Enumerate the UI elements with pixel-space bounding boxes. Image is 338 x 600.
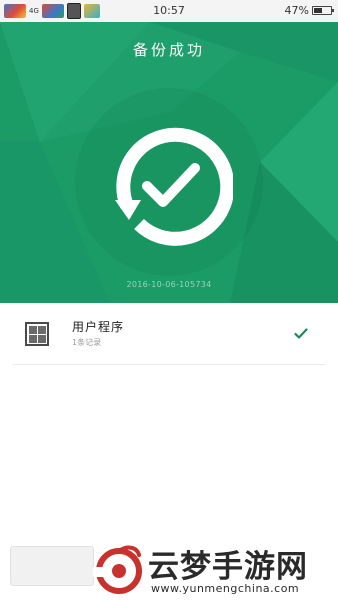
bottom-action-button[interactable] <box>10 546 94 586</box>
check-icon <box>294 328 308 339</box>
app-grid-icon <box>25 322 49 346</box>
list-item[interactable]: 用户程序 1条记录 <box>0 303 338 365</box>
backup-result-header: 备份成功 2016-10-06-105734 <box>0 22 338 303</box>
watermark-name: 云梦手游网 <box>148 549 308 585</box>
item-record-count: 1条记录 <box>72 338 102 347</box>
battery-status: 47% <box>284 4 334 17</box>
battery-icon <box>312 6 334 15</box>
battery-percent: 47% <box>284 4 309 17</box>
divider <box>12 364 326 365</box>
backup-timestamp: 2016-10-06-105734 <box>126 280 212 289</box>
item-title: 用户程序 <box>72 320 125 334</box>
watermark-logo-icon <box>93 545 142 594</box>
watermark: 云梦手游网 www.yunmengchina.com <box>93 540 333 598</box>
status-bar: 4G 10:57 47% <box>0 0 338 22</box>
page-title: 备份成功 <box>132 41 205 59</box>
watermark-url: www.yunmengchina.com <box>151 582 300 595</box>
backup-items-list: 用户程序 1条记录 <box>0 303 338 365</box>
check-circle-icon <box>115 127 233 246</box>
